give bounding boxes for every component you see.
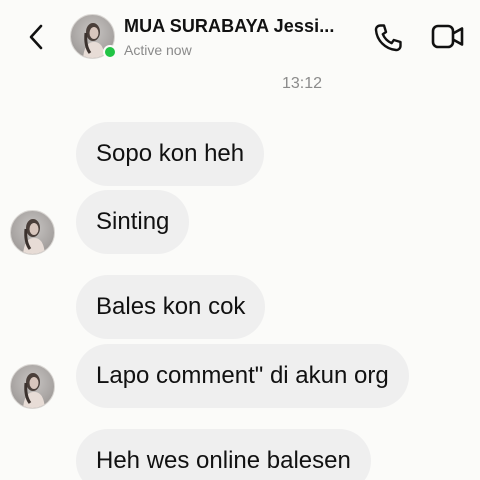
message-bubble[interactable]: Lapo comment" di akun org (76, 344, 409, 408)
person-photo-icon (23, 219, 45, 254)
person-photo-icon (23, 373, 45, 408)
message-bubble[interactable]: Sopo kon heh (76, 122, 265, 186)
contact-status: Active now (124, 42, 192, 58)
chat-header: MUA SURABAYA Jessi... Active now (0, 0, 480, 74)
contact-name[interactable]: MUA SURABAYA Jessi... (124, 16, 360, 37)
contact-avatar[interactable] (70, 14, 117, 59)
message-bubble[interactable]: Heh wes online balesen (76, 429, 371, 480)
chat-screen: MUA SURABAYA Jessi... Active now 13:12 S… (0, 0, 480, 480)
sender-avatar[interactable] (10, 364, 55, 409)
sender-avatar[interactable] (10, 210, 55, 255)
message-bubble[interactable]: Sinting (76, 190, 190, 254)
phone-call-icon[interactable] (372, 22, 404, 54)
back-arrow-icon[interactable] (24, 22, 50, 52)
video-call-icon[interactable] (430, 22, 466, 52)
online-status-dot (103, 45, 117, 59)
message-bubble[interactable]: Bales kon cok (76, 275, 266, 339)
message-timestamp: 13:12 (281, 75, 323, 92)
